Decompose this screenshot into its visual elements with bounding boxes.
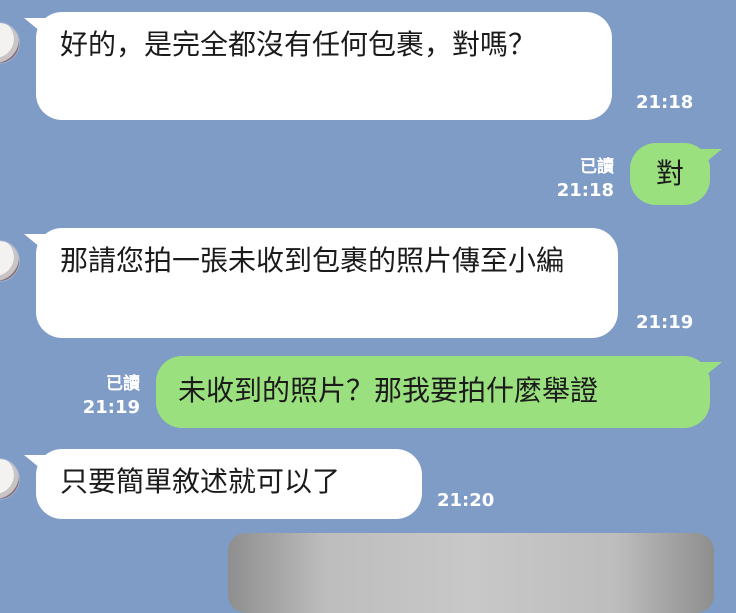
read-receipt: 已讀 21:19: [74, 372, 140, 420]
message-time: 21:18: [636, 92, 694, 113]
incoming-message[interactable]: 好的，是完全都沒有任何包裹，對嗎？: [24, 12, 612, 120]
message-time: 21:20: [437, 490, 495, 511]
read-label: 已讀: [106, 374, 140, 394]
message-time: 21:18: [556, 180, 614, 201]
read-label: 已讀: [580, 157, 614, 177]
incoming-message[interactable]: 只要簡單敘述就可以了: [24, 449, 422, 519]
message-text: 好的，是完全都沒有任何包裹，對嗎？: [60, 28, 537, 61]
contact-avatar[interactable]: [0, 458, 20, 500]
message-text: 未收到的照片？那我要拍什麼舉證: [178, 374, 599, 407]
contact-avatar[interactable]: [0, 240, 20, 282]
message-time: 21:19: [636, 312, 694, 333]
outgoing-message[interactable]: 未收到的照片？那我要拍什麼舉證: [156, 356, 722, 428]
outgoing-message[interactable]: 對: [630, 143, 722, 205]
read-receipt: 已讀 21:18: [548, 155, 614, 203]
message-text: 對: [655, 157, 684, 190]
message-text: 只要簡單敘述就可以了: [60, 465, 341, 498]
message-text: 那請您拍一張未收到包裹的照片傳至小編: [60, 244, 565, 277]
photo-message[interactable]: [228, 533, 714, 613]
contact-avatar[interactable]: [0, 22, 20, 64]
incoming-message[interactable]: 那請您拍一張未收到包裹的照片傳至小編: [24, 228, 618, 338]
message-time: 21:19: [82, 397, 140, 418]
